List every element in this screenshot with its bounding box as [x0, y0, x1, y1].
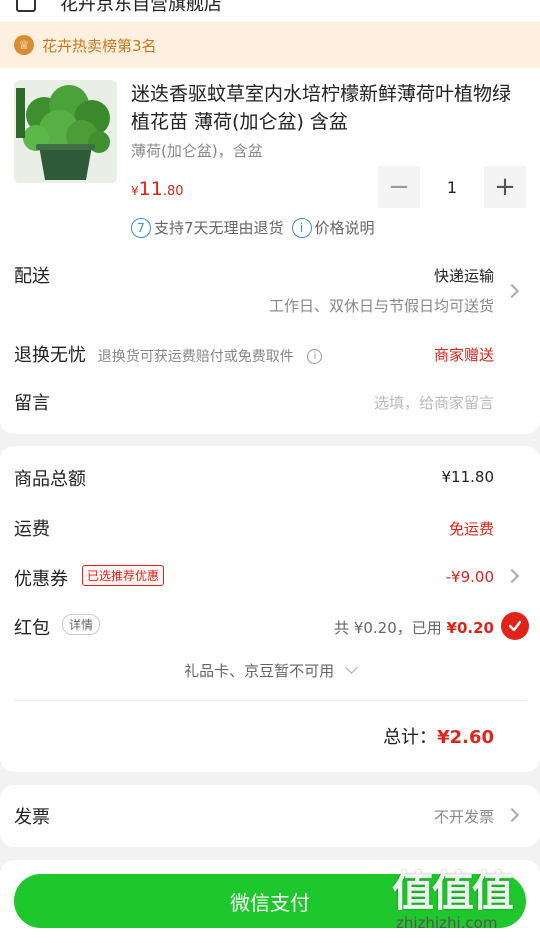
shop-name[interactable]: 花卉京东自营旗舰店	[60, 0, 222, 16]
redpacket-label: 红包	[14, 618, 50, 639]
quantity-stepper: − 1 +	[378, 166, 526, 208]
invoice-card[interactable]: 发票 不开发票	[0, 785, 540, 847]
subtotal-value: ¥11.80	[441, 468, 495, 486]
returns-title: 退换无忧	[14, 345, 86, 366]
redpacket-used: ¥0.20	[446, 619, 494, 637]
watermark-domain: zhizhizhi.com	[396, 914, 498, 932]
product-price: ¥11.80	[131, 178, 184, 200]
subtotal-label: 商品总额	[14, 469, 86, 490]
rank-text: 花卉热卖榜第3名	[42, 36, 157, 55]
delivery-label: 配送	[14, 266, 50, 287]
info-icon: i	[291, 217, 312, 238]
redpacket-detail-button[interactable]: 详情	[62, 614, 101, 635]
return-policy-text[interactable]: 支持7天无理由退货	[154, 217, 284, 238]
total-value: ¥2.60	[437, 727, 494, 748]
rank-banner[interactable]: ♕ 花卉热卖榜第3名	[0, 22, 540, 68]
order-summary-card: 商品总额 ¥11.80 运费 免运费 优惠券 已选推荐优惠 -¥9.00 红包 …	[0, 446, 540, 772]
invoice-value[interactable]: 不开发票	[434, 806, 494, 827]
price-integer: 11	[138, 178, 163, 200]
check-icon	[508, 620, 522, 632]
gift-card-note[interactable]: 礼品卡、京豆暂不可用	[0, 660, 540, 681]
quantity-input[interactable]: 1	[420, 166, 484, 208]
delivery-method[interactable]: 快递运输	[434, 265, 494, 286]
increase-button[interactable]: +	[484, 166, 526, 208]
total-label: 总计：	[383, 727, 438, 748]
shop-icon	[16, 0, 36, 12]
chevron-down-icon	[345, 661, 358, 674]
info-icon[interactable]: i	[307, 348, 323, 364]
product-title[interactable]: 迷迭香驱蚊草室内水培柠檬新鲜薄荷叶植物绿植花苗 薄荷(加仑盆) 含盆	[131, 80, 526, 136]
coupon-value[interactable]: -¥9.00	[446, 568, 494, 586]
price-symbol: ¥	[131, 184, 139, 198]
divider	[14, 700, 526, 701]
product-spec[interactable]: 薄荷(加仑盆)，含盆	[131, 140, 263, 161]
invoice-label: 发票	[14, 807, 50, 828]
watermark-logo-text: 值值值	[392, 867, 514, 916]
returns-desc: 退换货可获运费赔付或免费取件	[97, 349, 294, 365]
decrease-button[interactable]: −	[378, 166, 420, 208]
delivery-note[interactable]: 工作日、双休日与节假日均可送货	[269, 295, 494, 316]
trophy-icon: ♕	[14, 35, 34, 55]
price-decimal: .80	[162, 184, 184, 199]
product-card: ♕ 花卉热卖榜第3名 迷迭香驱蚊草室内水培柠檬新鲜薄荷叶植物绿植花苗 薄荷(加仑…	[0, 22, 540, 434]
service-tags: 7 支持7天无理由退货 i 价格说明	[131, 217, 375, 238]
shipping-value: 免运费	[448, 520, 494, 538]
gift-card-note-text: 礼品卡、京豆暂不可用	[184, 662, 335, 680]
message-input[interactable]: 选填，给商家留言	[374, 392, 494, 413]
watermark-logo: 值值值 zhizhizhi.com	[392, 858, 537, 940]
chevron-right-icon[interactable]	[504, 283, 520, 299]
redpacket-summary: 共 ¥0.20，已用 ¥0.20	[334, 617, 494, 638]
redpacket-checkbox[interactable]	[501, 612, 529, 640]
shipping-label: 运费	[14, 519, 50, 540]
price-info-link[interactable]: 价格说明	[315, 217, 375, 238]
chevron-right-icon[interactable]	[504, 807, 520, 823]
seven-day-return-icon: 7	[131, 217, 151, 238]
chevron-right-icon[interactable]	[504, 568, 520, 584]
redpacket-info: 共 ¥0.20，已用	[334, 619, 442, 637]
returns-value[interactable]: 商家赠送	[434, 344, 494, 365]
coupon-label: 优惠券	[14, 569, 68, 590]
returns-label: 退换无忧 退换货可获运费赔付或免费取件 i	[14, 341, 323, 367]
top-bar: 花卉京东自营旗舰店	[0, 0, 540, 22]
product-image[interactable]	[14, 80, 117, 183]
message-label: 留言	[14, 393, 50, 414]
total: 总计：¥2.60	[383, 723, 494, 749]
coupon-tag: 已选推荐优惠	[82, 565, 165, 586]
